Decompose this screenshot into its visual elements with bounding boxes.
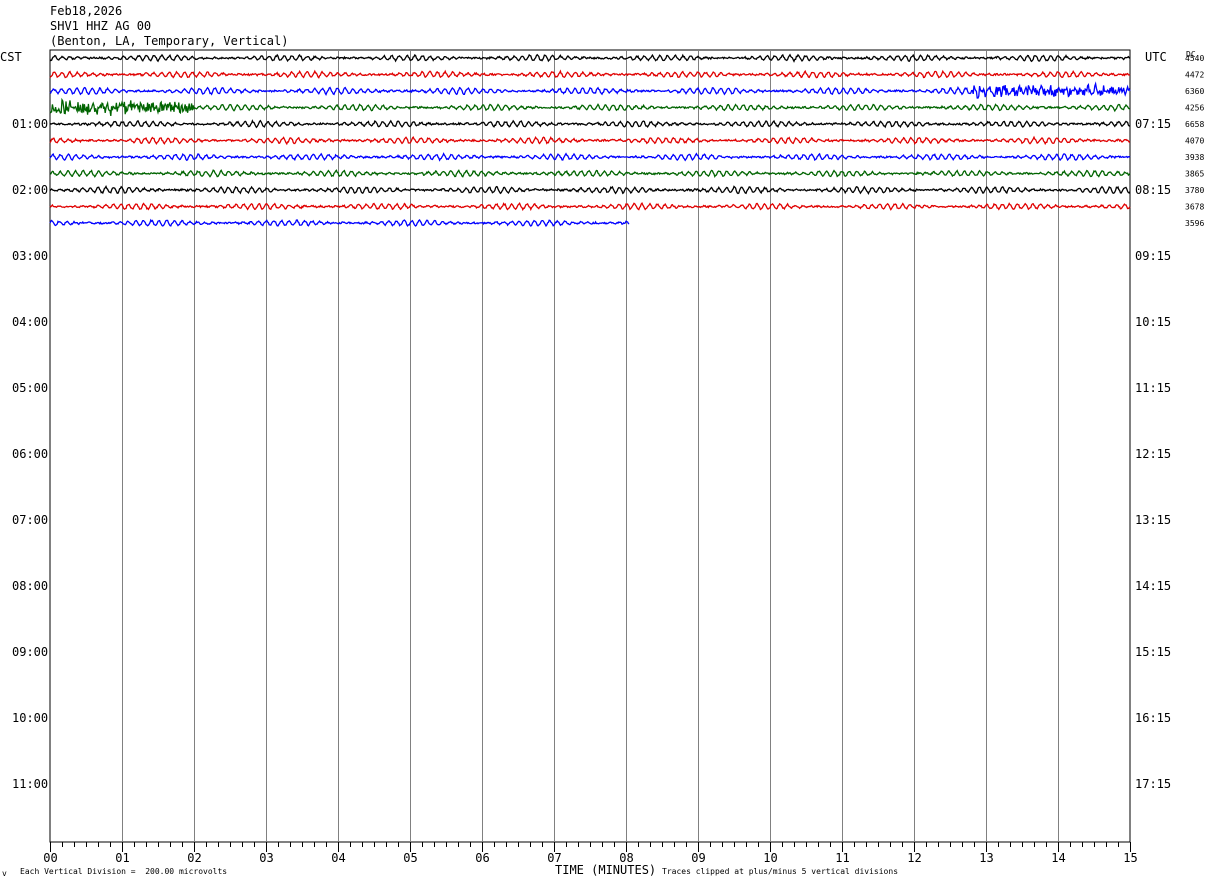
- right-hour-label: 17:15: [1135, 777, 1171, 791]
- x-tick-label: 03: [259, 851, 273, 865]
- right-hour-label: 12:15: [1135, 447, 1171, 461]
- dc-offset-label: 6360: [1185, 87, 1204, 96]
- x-tick-label: 02: [187, 851, 201, 865]
- dc-offset-label: 4472: [1185, 71, 1204, 80]
- x-tick-label: 15: [1123, 851, 1137, 865]
- right-hour-label: 13:15: [1135, 513, 1171, 527]
- left-hour-label: 05:00: [12, 381, 48, 395]
- dc-offset-label: 4256: [1185, 104, 1204, 113]
- right-hour-label: 11:15: [1135, 381, 1171, 395]
- left-hour-label: 10:00: [12, 711, 48, 725]
- left-hour-label: 06:00: [12, 447, 48, 461]
- seismic-traces: [49, 53, 1131, 228]
- trace-row-5: [49, 135, 1131, 146]
- x-tick-label: 09: [691, 851, 705, 865]
- trace-row-4: [49, 119, 1131, 129]
- trace-row-1: [49, 69, 1131, 79]
- trace-row-6: [49, 152, 1131, 162]
- x-tick-label: 13: [979, 851, 993, 865]
- left-hour-label: 11:00: [12, 777, 48, 791]
- corner-mark: v: [2, 869, 7, 878]
- dc-offset-label: 3678: [1185, 203, 1204, 212]
- grid: [49, 49, 1131, 852]
- helicorder-chart: CST UTC DC TIME (MINUTES) 00 01 02 03 04 05 06…: [0, 49, 1204, 877]
- trace-row-10: [49, 218, 630, 228]
- dc-offset-label: 3780: [1185, 186, 1204, 195]
- plot-frame: [49, 49, 1131, 843]
- trace-row-9: [49, 202, 1131, 212]
- right-hour-label: 10:15: [1135, 315, 1171, 329]
- x-tick-label: 04: [331, 851, 345, 865]
- x-axis-title: TIME (MINUTES): [555, 863, 656, 877]
- x-tick-label: 12: [907, 851, 921, 865]
- trace-row-8: [49, 185, 1131, 196]
- x-tick-label: 11: [835, 851, 849, 865]
- x-tick-label: 01: [115, 851, 129, 865]
- trace-row-0: [49, 53, 1131, 63]
- trace-row-7: [49, 169, 1131, 178]
- x-tick-label: 14: [1051, 851, 1065, 865]
- right-hour-label: 08:15: [1135, 183, 1171, 197]
- right-hour-label: 14:15: [1135, 579, 1171, 593]
- x-tick-label: 05: [403, 851, 417, 865]
- trace-row-3: [49, 97, 1131, 116]
- left-hour-label: 08:00: [12, 579, 48, 593]
- left-timezone-label: CST: [0, 50, 22, 64]
- right-timezone-label: UTC: [1145, 50, 1167, 64]
- x-tick-label: 00: [43, 851, 57, 865]
- left-hour-label: 04:00: [12, 315, 48, 329]
- left-hour-label: 07:00: [12, 513, 48, 527]
- x-tick-label: 06: [475, 851, 489, 865]
- scale-note: Each Vertical Division = 200.00 microvol…: [20, 867, 228, 876]
- left-hour-label: 01:00: [12, 117, 48, 131]
- dc-offset-label: 3596: [1185, 219, 1204, 228]
- left-hour-label: 02:00: [12, 183, 48, 197]
- trace-row-2: [49, 81, 1131, 99]
- x-tick-label: 07: [547, 851, 561, 865]
- clip-note: Traces clipped at plus/minus 5 vertical …: [662, 867, 899, 876]
- dc-offset-label: 4070: [1185, 137, 1204, 146]
- x-tick-label: 10: [763, 851, 777, 865]
- left-hour-label: 03:00: [12, 249, 48, 263]
- dc-offset-label: 4540: [1185, 54, 1204, 63]
- left-hour-label: 09:00: [12, 645, 48, 659]
- dc-offset-label: 6658: [1185, 120, 1204, 129]
- dc-offset-label: 3865: [1185, 170, 1204, 179]
- right-hour-label: 15:15: [1135, 645, 1171, 659]
- dc-offset-label: 3938: [1185, 153, 1204, 162]
- right-hour-label: 09:15: [1135, 249, 1171, 263]
- x-tick-label: 08: [619, 851, 633, 865]
- right-hour-label: 07:15: [1135, 117, 1171, 131]
- right-hour-label: 16:15: [1135, 711, 1171, 725]
